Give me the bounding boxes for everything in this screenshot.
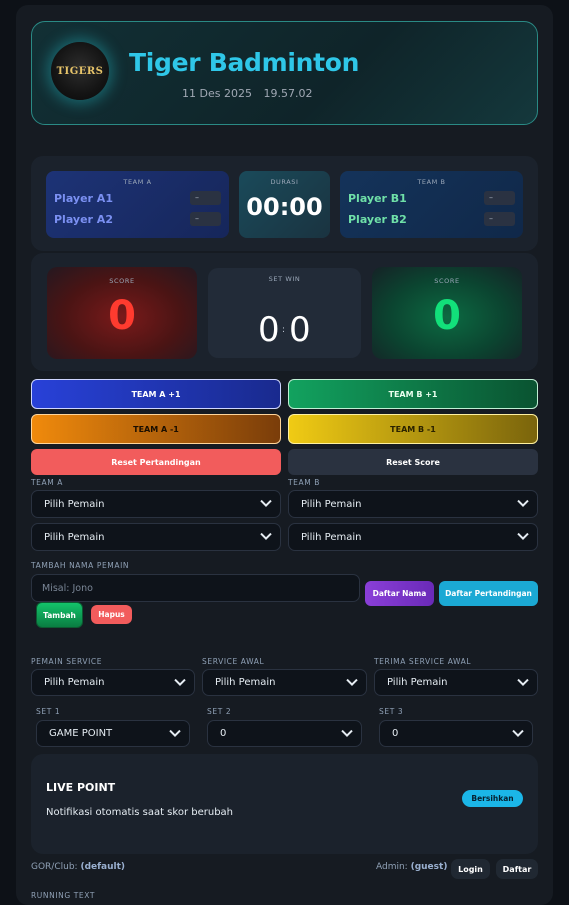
team-a-player2-select[interactable]: Pilih Pemain — [31, 523, 281, 551]
player-b2-score: – — [484, 212, 515, 226]
current-time: 19.57.02 — [263, 87, 313, 100]
match-list-button[interactable]: Daftar Pertandingan — [439, 581, 538, 606]
chevron-down-icon — [174, 678, 186, 686]
team-b-select-label: TEAM B — [288, 478, 321, 487]
club-info: GOR/Club: (default) — [31, 862, 126, 872]
player-a1-name: Player A1 — [54, 192, 113, 205]
first-service-label: SERVICE AWAL — [202, 657, 265, 666]
clear-button[interactable]: Bersihkan — [462, 790, 523, 807]
player-b1-score: – — [484, 191, 515, 205]
team-a-score: 0 — [108, 293, 136, 339]
team-b-minus-button[interactable]: TEAM B -1 — [288, 414, 538, 444]
team-b-plus-button[interactable]: TEAM B +1 — [288, 379, 538, 409]
score-a-label: SCORE — [109, 277, 135, 285]
reset-match-button[interactable]: Reset Pertandingan — [31, 449, 281, 475]
admin-info: Admin: (guest) — [376, 862, 448, 872]
team-b-label: TEAM B — [417, 178, 446, 186]
set-win-separator: : — [282, 325, 286, 335]
club-logo: TIGERS — [51, 42, 109, 100]
chevron-down-icon — [517, 499, 529, 508]
team-a-minus-button[interactable]: TEAM A -1 — [31, 414, 281, 444]
team-a-select-label: TEAM A — [31, 478, 64, 487]
delete-player-button[interactable]: Hapus — [91, 605, 132, 624]
set3-select[interactable]: 0 — [379, 720, 533, 747]
admin-value: (guest) — [410, 862, 448, 872]
chevron-down-icon — [512, 729, 524, 737]
club-value: (default) — [80, 862, 126, 872]
set1-select[interactable]: GAME POINT — [36, 720, 190, 747]
current-date: 11 Des 2025 — [182, 87, 252, 100]
team-b-score: 0 — [433, 293, 461, 339]
login-button[interactable]: Login — [451, 859, 490, 879]
chevron-down-icon — [260, 532, 272, 541]
add-player-label: TAMBAH NAMA PEMAIN — [31, 561, 130, 570]
duration-label: DURASI — [270, 178, 299, 186]
first-service-select[interactable]: Pilih Pemain — [202, 669, 367, 696]
player-b2-name: Player B2 — [348, 213, 407, 226]
player-name-input[interactable]: Misal: Jono — [31, 574, 360, 602]
player-a1-score: – — [190, 191, 221, 205]
chevron-down-icon — [517, 532, 529, 541]
chevron-down-icon — [260, 499, 272, 508]
player-a2-score: – — [190, 212, 221, 226]
running-text-label: RUNNING TEXT — [31, 891, 96, 900]
live-point-card — [31, 754, 538, 854]
set-win-a: 0 — [258, 310, 280, 350]
live-point-description: Notifikasi otomatis saat skor berubah — [46, 807, 234, 818]
team-a-label: TEAM A — [123, 178, 152, 186]
set2-label: SET 2 — [207, 707, 232, 716]
set-win-label: SET WIN — [268, 275, 301, 283]
player-list-button[interactable]: Daftar Nama — [365, 581, 434, 606]
set3-label: SET 3 — [379, 707, 404, 716]
duration-timer: 00:00 — [246, 193, 323, 221]
player-a2-name: Player A2 — [54, 213, 113, 226]
player-b1-name: Player B1 — [348, 192, 407, 205]
service-player-select[interactable]: Pilih Pemain — [31, 669, 195, 696]
team-a-plus-button[interactable]: TEAM A +1 — [31, 379, 281, 409]
set1-label: SET 1 — [36, 707, 61, 716]
date-time: 11 Des 2025 19.57.02 — [182, 87, 320, 100]
score-b-label: SCORE — [434, 277, 460, 285]
service-player-label: PEMAIN SERVICE — [31, 657, 103, 666]
team-b-player2-select[interactable]: Pilih Pemain — [288, 523, 538, 551]
reset-score-button[interactable]: Reset Score — [288, 449, 538, 475]
chevron-down-icon — [169, 729, 181, 737]
register-button[interactable]: Daftar — [496, 859, 538, 879]
chevron-down-icon — [517, 678, 529, 686]
app-title: Tiger Badminton — [129, 48, 360, 77]
set-win-b: 0 — [289, 310, 311, 350]
team-a-player1-select[interactable]: Pilih Pemain — [31, 490, 281, 518]
team-b-player1-select[interactable]: Pilih Pemain — [288, 490, 538, 518]
chevron-down-icon — [341, 729, 353, 737]
live-point-title: LIVE POINT — [46, 781, 116, 794]
set2-select[interactable]: 0 — [207, 720, 362, 747]
first-receive-select[interactable]: Pilih Pemain — [374, 669, 538, 696]
first-receive-label: TERIMA SERVICE AWAL — [374, 657, 472, 666]
chevron-down-icon — [346, 678, 358, 686]
add-player-button[interactable]: Tambah — [36, 602, 83, 628]
